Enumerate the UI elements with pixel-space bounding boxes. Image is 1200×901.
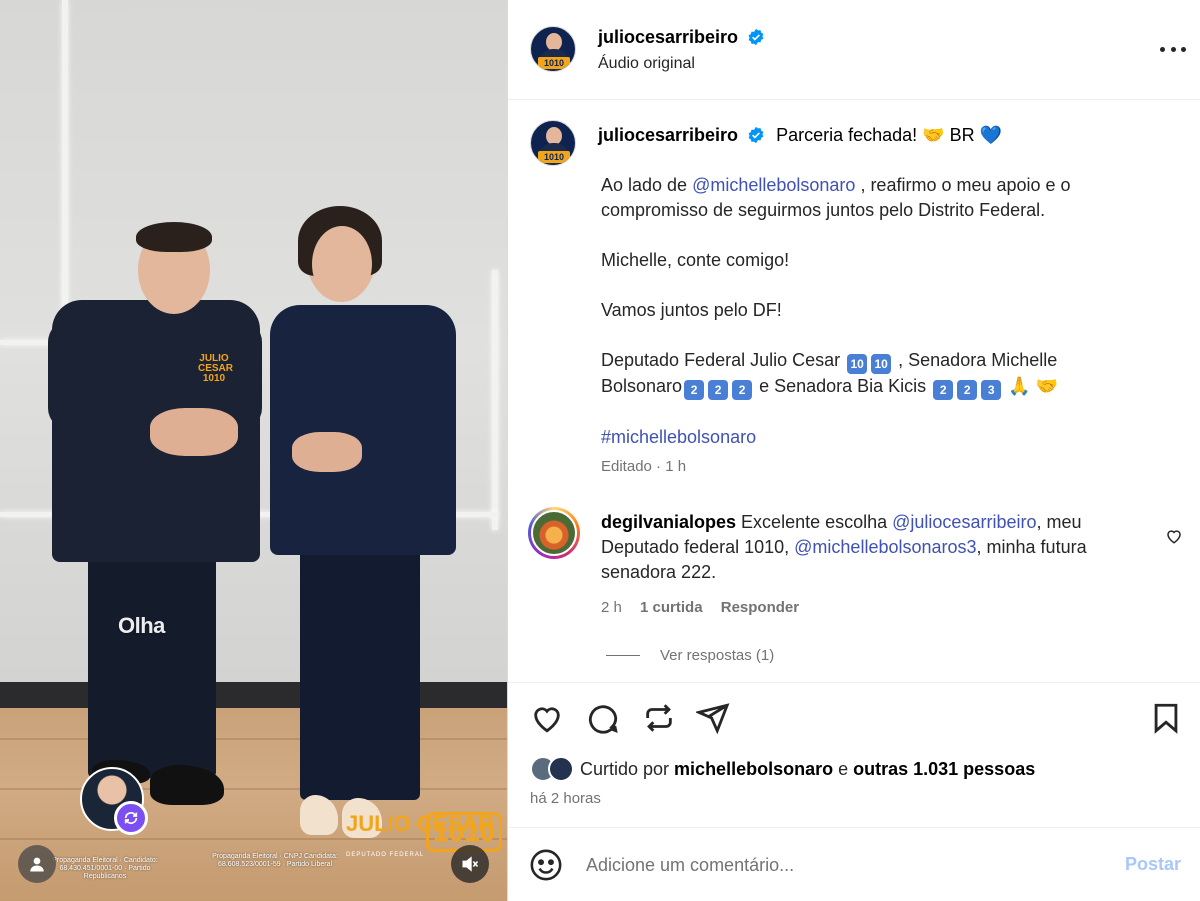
comment-icon[interactable]: [586, 701, 620, 735]
caption-author-avatar[interactable]: 1010: [530, 120, 576, 166]
mention-link[interactable]: @juliocesarribeiro: [892, 512, 1036, 532]
likes-count-link[interactable]: outras 1.031 pessoas: [853, 759, 1035, 779]
caption-paragraph: Ao lado de @michellebolsonaro , reafirmo…: [601, 175, 1071, 220]
wall-light-strip: [492, 270, 498, 530]
verified-badge-icon: [748, 126, 764, 144]
shirt-logo: JULIO CESAR 1010: [198, 353, 234, 384]
verified-badge-icon: [748, 28, 763, 46]
caption-title: Parceria fechada! 🤝 BR 💙: [776, 125, 1003, 145]
remix-icon[interactable]: [114, 801, 148, 835]
comment-like-icon[interactable]: [1165, 527, 1183, 545]
post-timestamp: há 2 horas: [530, 790, 601, 807]
comment-meta: 2 h 1 curtida Responder: [601, 599, 813, 616]
like-icon[interactable]: [530, 701, 564, 735]
wall-light-strip: [62, 0, 68, 345]
author-avatar[interactable]: 1010: [530, 26, 576, 72]
reply-button[interactable]: Responder: [721, 599, 799, 616]
keycap-two-emoji: 2: [708, 380, 729, 400]
comment-text: degilvanialopes Excelente escolha @julio…: [601, 512, 1087, 582]
share-icon[interactable]: [696, 701, 730, 735]
more-options-icon[interactable]: [1160, 40, 1186, 58]
keycap-two-emoji: 2: [933, 380, 954, 400]
legal-notice-left: Propaganda Eleitoral · Candidato: 68.430…: [52, 857, 158, 880]
liker-avatar[interactable]: [548, 756, 574, 782]
keycap-ten-emoji: 10: [847, 354, 868, 374]
keycap-two-emoji: 2: [957, 380, 978, 400]
campaign-logo-subtitle: DEPUTADO FEDERAL: [346, 852, 425, 858]
comment-input[interactable]: [586, 850, 1086, 880]
keycap-ten-emoji: 10: [871, 354, 892, 374]
save-icon[interactable]: [1149, 701, 1183, 735]
mention-link[interactable]: @michellebolsonaros3: [794, 537, 976, 557]
repost-icon[interactable]: [642, 701, 676, 735]
caption-paragraph: Michelle, conte comigo!: [601, 250, 790, 270]
liker-username[interactable]: michellebolsonaro: [674, 759, 833, 779]
tagged-users-icon[interactable]: [18, 845, 56, 883]
keycap-three-emoji: 3: [981, 380, 1002, 400]
caption-body: Ao lado de @michellebolsonaro , reafirmo…: [601, 173, 1121, 475]
instagram-post-window: JULIO CESAR 1010 Olha Propaganda Eleitor…: [0, 0, 1200, 901]
emoji-icon[interactable]: [529, 848, 563, 882]
post-caption: 1010 juliocesarribeiro Parceria fechada!…: [508, 100, 1200, 682]
mention-link[interactable]: @michellebolsonaro: [692, 175, 855, 195]
post-comment-button[interactable]: Postar: [1125, 854, 1181, 875]
caption-paragraph: Deputado Federal Julio Cesar 10 10 , Sena…: [601, 348, 1121, 400]
comment-time: 2 h: [601, 599, 622, 616]
view-replies-button[interactable]: Ver respostas (1): [606, 647, 774, 664]
author-username[interactable]: juliocesarribeiro: [598, 27, 738, 47]
keycap-two-emoji: 2: [684, 380, 705, 400]
commenter-username[interactable]: degilvanialopes: [601, 512, 736, 532]
liked-by-summary: Curtido por michellebolsonaro e outras 1…: [530, 756, 1035, 782]
reel-media[interactable]: JULIO CESAR 1010 Olha Propaganda Eleitor…: [0, 0, 507, 901]
legal-notice-right: Propaganda Eleitoral · CNPJ Candidata: 6…: [212, 853, 338, 868]
commenter-avatar[interactable]: [528, 507, 580, 559]
caption-meta: Editado · 1 h: [601, 458, 687, 475]
caption-author-username[interactable]: juliocesarribeiro: [598, 125, 738, 145]
divider: [606, 655, 640, 656]
audio-source-link[interactable]: Áudio original: [598, 55, 695, 73]
video-caption-word: Olha: [118, 613, 165, 638]
hashtag-link[interactable]: #michellebolsonaro: [601, 427, 756, 447]
keycap-two-emoji: 2: [732, 380, 753, 400]
add-comment-bar: Postar: [508, 827, 1200, 901]
comment-likes-link[interactable]: 1 curtida: [640, 599, 703, 616]
post-sidebar: 1010 juliocesarribeiro Áudio original 10…: [507, 0, 1200, 901]
post-header: 1010 juliocesarribeiro Áudio original: [508, 0, 1200, 100]
mute-icon[interactable]: [451, 845, 489, 883]
action-bar: Curtido por michellebolsonaro e outras 1…: [508, 682, 1200, 827]
caption-paragraph: Vamos juntos pelo DF!: [601, 300, 782, 320]
